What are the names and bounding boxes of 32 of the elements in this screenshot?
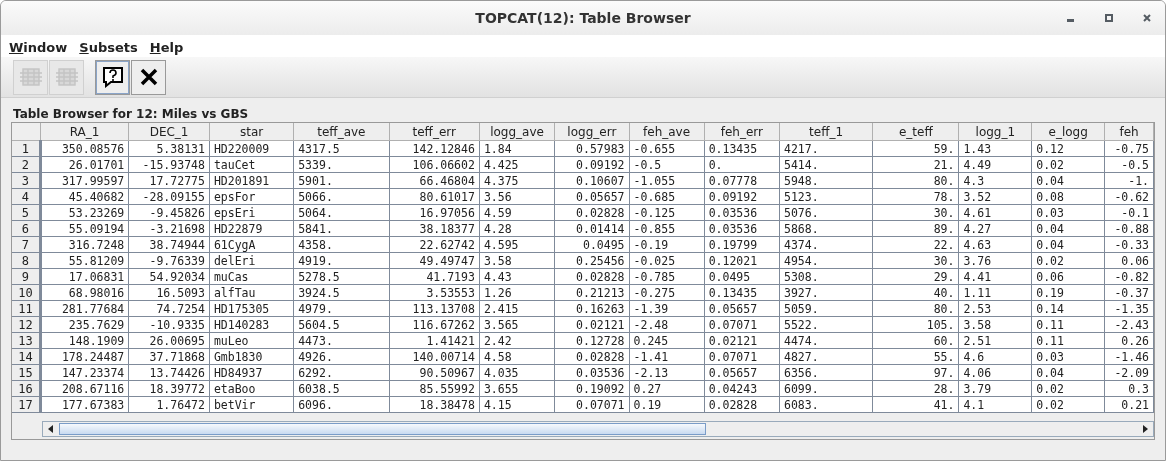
column-header[interactable]: feh: [1104, 123, 1154, 141]
column-header[interactable]: RA_1: [40, 123, 129, 141]
help-icon: [101, 66, 124, 88]
table-icon: [19, 67, 42, 87]
horizontal-scrollbar[interactable]: [42, 421, 1154, 437]
menu-item[interactable]: Window: [9, 39, 68, 55]
help-button[interactable]: [95, 59, 130, 95]
table-icon: [55, 67, 78, 87]
menu-item[interactable]: Help: [149, 39, 184, 55]
scroll-left-icon[interactable]: [46, 424, 56, 434]
column-header[interactable]: feh_ave: [629, 123, 705, 141]
window-title: TOPCAT(12): Table Browser: [475, 10, 691, 26]
column-header[interactable]: feh_err: [704, 123, 780, 141]
minimize-icon[interactable]: [1067, 18, 1075, 22]
column-header[interactable]: teff_1: [779, 123, 873, 141]
column-header[interactable]: teff_ave: [293, 123, 390, 141]
column-header[interactable]: star: [209, 123, 294, 141]
table-heading: Table Browser for 12: Miles vs GBS: [12, 106, 250, 122]
column-header[interactable]: e_teff: [872, 123, 959, 141]
column-header[interactable]: logg_ave: [479, 123, 555, 141]
column-header[interactable]: teff_err: [389, 123, 480, 141]
scroll-right-icon[interactable]: [1140, 424, 1150, 434]
maximize-icon[interactable]: [1105, 14, 1113, 22]
menu-item[interactable]: Subsets: [79, 39, 138, 55]
column-header[interactable]: e_logg: [1031, 123, 1105, 141]
column-header[interactable]: logg_1: [958, 123, 1032, 141]
close-button[interactable]: [131, 59, 166, 95]
close-icon[interactable]: [1143, 14, 1151, 22]
scrollbar-thumb[interactable]: [59, 423, 706, 435]
column-header[interactable]: DEC_1: [128, 123, 210, 141]
column-header[interactable]: logg_err: [554, 123, 630, 141]
close-icon: [138, 67, 159, 87]
